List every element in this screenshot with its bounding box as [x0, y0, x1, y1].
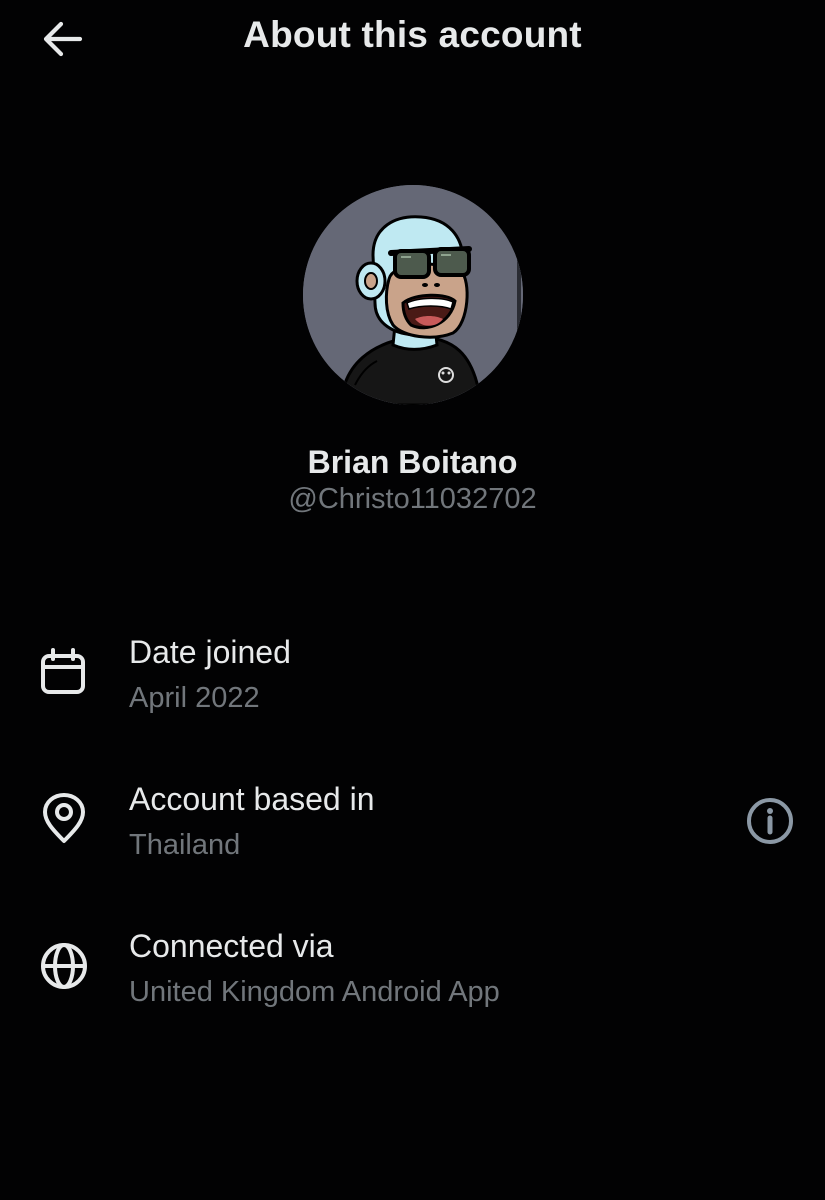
row-value: April 2022 [129, 682, 260, 714]
date-joined-row: Date joined April 2022 [0, 630, 825, 740]
avatar [303, 185, 523, 405]
account-based-in-row: Account based in Thailand [0, 777, 825, 887]
row-title: Connected via [129, 928, 334, 964]
row-value: Thailand [129, 829, 241, 861]
display-name: Brian Boitano [307, 444, 518, 480]
location-pin-icon [43, 793, 85, 843]
row-value: United Kingdom Android App [129, 976, 500, 1008]
ape-avatar-image [303, 185, 523, 405]
row-title: Account based in [129, 781, 375, 817]
connected-via-row: Connected via United Kingdom Android App [0, 924, 825, 1034]
header-bar: About this account [0, 0, 825, 80]
calendar-icon [41, 648, 85, 694]
info-icon[interactable] [742, 793, 798, 849]
globe-icon [41, 943, 87, 989]
page-title: About this account [243, 14, 582, 55]
row-title: Date joined [129, 634, 291, 670]
username-handle: @Christo11032702 [288, 483, 537, 515]
